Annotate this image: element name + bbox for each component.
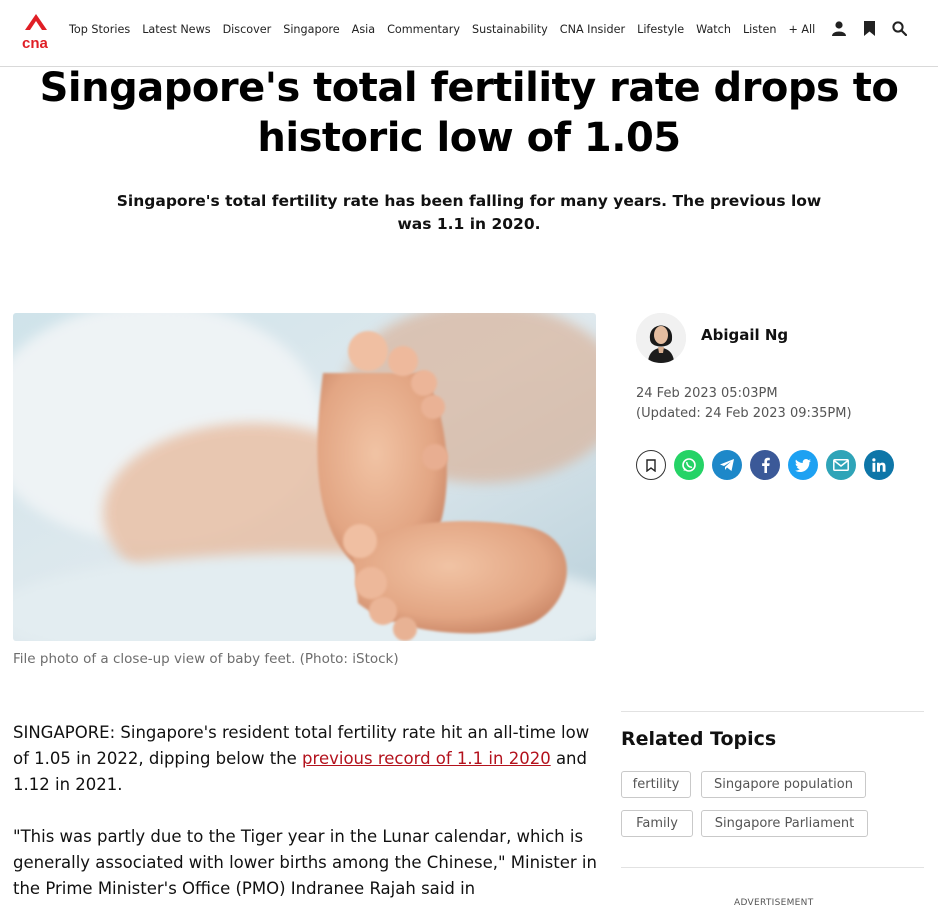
tag-singapore-parliament[interactable]: Singapore Parliament [701,810,868,837]
nav-watch[interactable]: Watch [696,23,731,36]
nav-top-stories[interactable]: Top Stories [69,23,130,36]
user-icon[interactable] [830,19,848,37]
telegram-icon[interactable] [712,450,742,480]
nav-cna-insider[interactable]: CNA Insider [560,23,625,36]
article-body: SINGAPORE: Singapore's resident total fe… [13,720,598,914]
nav-asia[interactable]: Asia [352,23,375,36]
nav-listen[interactable]: Listen [743,23,777,36]
article-photo [13,313,596,641]
whatsapp-icon[interactable] [674,450,704,480]
author-name[interactable]: Abigail Ng [701,326,788,344]
nav-commentary[interactable]: Commentary [387,23,460,36]
main-nav: Top Stories Latest News Discover Singapo… [63,23,827,36]
nav-all[interactable]: + All [788,23,815,36]
email-icon[interactable] [826,450,856,480]
facebook-icon[interactable] [750,450,780,480]
twitter-icon[interactable] [788,450,818,480]
tag-family[interactable]: Family [621,810,693,837]
author-avatar[interactable] [636,313,686,363]
cna-logo[interactable]: cna [21,13,51,52]
tag-singapore-population[interactable]: Singapore population [701,771,866,798]
related-topics-title: Related Topics [621,728,777,750]
site-header: cna Top Stories Latest News Discover Sin… [0,0,938,67]
header-actions [818,19,908,37]
svg-text:cna: cna [22,35,49,51]
paragraph: "This was partly due to the Tiger year i… [13,827,597,898]
nav-sustainability[interactable]: Sustainability [472,23,548,36]
divider [621,711,924,712]
bookmark-icon[interactable] [860,19,878,37]
nav-singapore[interactable]: Singapore [283,23,339,36]
share-bar [636,450,902,480]
published-date: 24 Feb 2023 05:03PM [636,386,778,401]
nav-lifestyle[interactable]: Lifestyle [637,23,684,36]
advertisement-label: ADVERTISEMENT [734,898,814,908]
search-icon[interactable] [890,19,908,37]
photo-caption: File photo of a close-up view of baby fe… [13,651,399,667]
linkedin-icon[interactable] [864,450,894,480]
nav-discover[interactable]: Discover [223,23,272,36]
paragraph: SINGAPORE: Singapore's resident total fe… [13,723,590,794]
bookmark-icon[interactable] [636,450,666,480]
previous-record-link[interactable]: previous record of 1.1 in 2020 [302,749,551,768]
article-summary: Singapore's total fertility rate has bee… [116,192,822,233]
divider [621,867,924,868]
nav-latest-news[interactable]: Latest News [142,23,210,36]
article-title: Singapore's total fertility rate drops t… [39,65,899,161]
tag-fertility[interactable]: fertility [621,771,691,798]
updated-date: (Updated: 24 Feb 2023 09:35PM) [636,406,852,421]
